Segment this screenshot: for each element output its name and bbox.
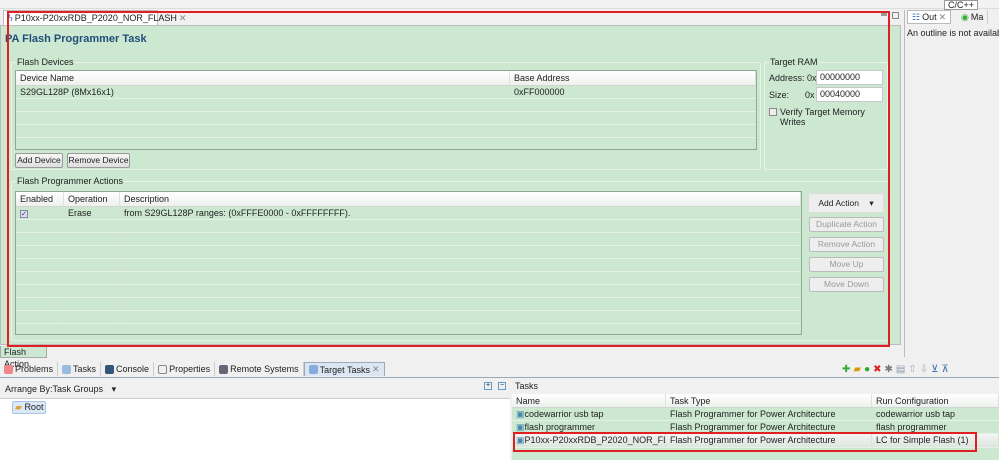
collapse-all-icon[interactable]: − [498,382,506,390]
close-icon[interactable]: ✕ [939,12,947,23]
console-icon [105,364,115,374]
outline-message: An outline is not available [907,28,999,38]
remote-systems-icon [219,364,229,374]
target-tasks-icon [308,365,318,374]
highlight-box-task [513,432,977,452]
tree-root[interactable]: ▰ Root [12,401,47,414]
move-down-icon[interactable]: ⇩ [920,364,931,375]
perspective-cc-button[interactable]: C/C++ [944,0,979,10]
tab-tasks[interactable]: Tasks [58,362,102,376]
col-task-type[interactable]: Task Type [666,394,872,407]
col-run-config[interactable]: Run Configuration [872,394,999,407]
settings-icon[interactable]: ✱ [885,364,896,375]
add-icon[interactable]: ✚ [842,364,853,375]
problems-icon [4,364,13,374]
delete-icon[interactable]: ✖ [873,364,884,375]
highlight-box-editor [7,11,890,347]
members-tab[interactable]: ◉ Ma [957,10,989,24]
properties-icon [158,364,168,374]
flash-action-tab[interactable]: Flash Action [0,346,47,369]
table-row[interactable]: ▣codewarrior usb tap Flash Programmer for… [512,408,999,421]
task-icon: ▣ [516,409,525,419]
outline-tab[interactable]: ☷ Out ✕ [907,10,952,24]
main-toolbar [0,0,999,9]
maximize-icon[interactable] [892,12,899,19]
tasks-icon [62,364,72,374]
import-icon[interactable]: ⊻ [931,364,941,375]
move-up-icon[interactable]: ⇧ [908,364,919,375]
open-icon[interactable]: ▰ [853,364,864,375]
dropdown-arrow-icon: ▾ [111,384,117,394]
arrange-by-dropdown[interactable]: Arrange By:Task Groups ▾ [5,384,116,395]
tab-target-tasks[interactable]: Target Tasks ✕ [303,362,385,376]
copy-icon[interactable]: ▤ [896,364,908,375]
task-icon: ▣ [516,422,525,432]
close-icon[interactable]: ✕ [372,364,380,375]
outline-icon: ☷ [912,11,921,22]
export-icon[interactable]: ⊼ [941,364,951,375]
tree-panel [0,398,510,460]
folder-icon: ▰ [15,402,22,412]
tab-problems[interactable]: Problems [0,362,59,376]
tab-properties[interactable]: Properties [154,362,216,376]
tab-remote-systems[interactable]: Remote Systems [215,362,304,376]
expand-all-icon[interactable]: + [484,382,492,390]
col-name[interactable]: Name [512,394,666,407]
members-icon: ◉ [961,11,969,22]
outline-view: ☷ Out ✕ ◉ Ma An outline is not available [904,10,999,357]
tab-console[interactable]: Console [101,362,155,376]
tasks-label: Tasks [515,381,539,391]
view-toolbar: ✚▰●✖✱▤⇧⇩⊻⊼ [842,364,952,375]
run-icon[interactable]: ● [864,364,873,375]
